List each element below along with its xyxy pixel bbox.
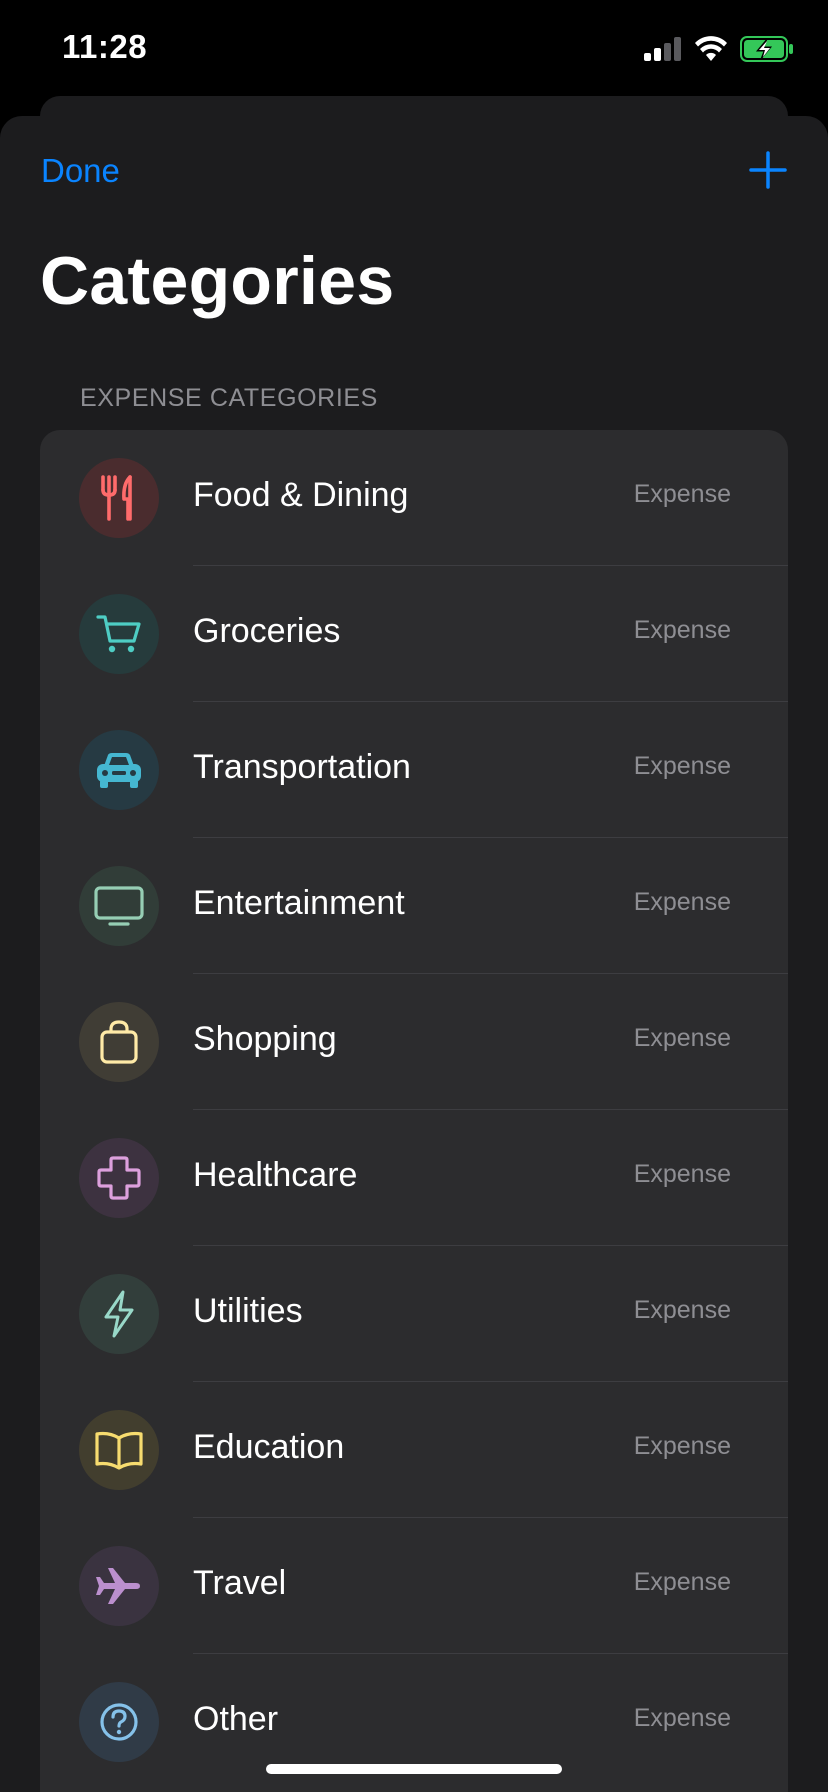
category-label: Travel [193,1564,287,1602]
category-type: Expense [633,1024,731,1052]
category-type: Expense [633,1568,731,1596]
categories-sheet: Done Categories EXPENSE CATEGORIES Food … [0,116,828,1792]
category-icon-badge [79,1274,159,1354]
category-label: Utilities [193,1292,303,1330]
category-icon-badge [79,866,159,946]
category-type: Expense [633,1296,731,1324]
cart-icon [96,615,141,653]
fork-knife-icon [101,475,132,521]
category-row-travel[interactable]: Travel Expense [40,1518,788,1654]
cellular-signal-icon [644,37,682,66]
status-bar: 11:28 [0,0,828,100]
category-type: Expense [633,1432,731,1460]
tv-icon [94,886,144,926]
battery-charging-icon [740,36,794,67]
category-icon-badge [79,1138,159,1218]
category-icon-badge [79,1682,159,1762]
category-row-shopping[interactable]: Shopping Expense [40,974,788,1110]
category-row-groceries[interactable]: Groceries Expense [40,566,788,702]
car-icon [97,753,141,788]
add-category-button[interactable] [748,150,788,190]
book-icon [95,1431,143,1470]
page-title: Categories [40,243,395,319]
wifi-icon [694,36,728,67]
category-label: Transportation [193,748,411,786]
home-indicator[interactable] [266,1764,562,1774]
category-icon-badge [79,1546,159,1626]
category-label: Education [193,1428,345,1466]
category-icon-badge [79,458,159,538]
category-row-education[interactable]: Education Expense [40,1382,788,1518]
category-label: Food & Dining [193,476,409,514]
status-icons [644,36,794,67]
category-label: Entertainment [193,884,405,922]
done-button[interactable]: Done [41,152,120,190]
category-row-healthcare[interactable]: Healthcare Expense [40,1110,788,1246]
section-header: EXPENSE CATEGORIES [80,384,378,412]
cross-icon [97,1156,141,1200]
category-row-utilities[interactable]: Utilities Expense [40,1246,788,1382]
category-icon-badge [79,730,159,810]
bag-icon [100,1020,138,1064]
category-list: Food & Dining Expense Groceries Expense [40,430,788,1792]
question-icon [100,1703,138,1741]
category-type: Expense [633,1160,731,1188]
category-label: Other [193,1700,279,1738]
airplane-icon [96,1568,140,1604]
plus-icon [749,151,787,189]
category-type: Expense [633,616,731,644]
screen: 11:28 Done Categories EXPENSE CATEGORIES… [0,0,828,1792]
category-type: Expense [633,1704,731,1732]
category-type: Expense [633,480,731,508]
category-type: Expense [633,752,731,780]
category-label: Shopping [193,1020,337,1058]
category-label: Groceries [193,612,341,650]
category-type: Expense [633,888,731,916]
category-row-food-dining[interactable]: Food & Dining Expense [40,430,788,566]
category-icon-badge [79,1410,159,1490]
bolt-icon [104,1290,134,1338]
category-label: Healthcare [193,1156,358,1194]
category-icon-badge [79,1002,159,1082]
category-row-transportation[interactable]: Transportation Expense [40,702,788,838]
category-row-entertainment[interactable]: Entertainment Expense [40,838,788,974]
category-icon-badge [79,594,159,674]
status-time: 11:28 [62,28,148,65]
